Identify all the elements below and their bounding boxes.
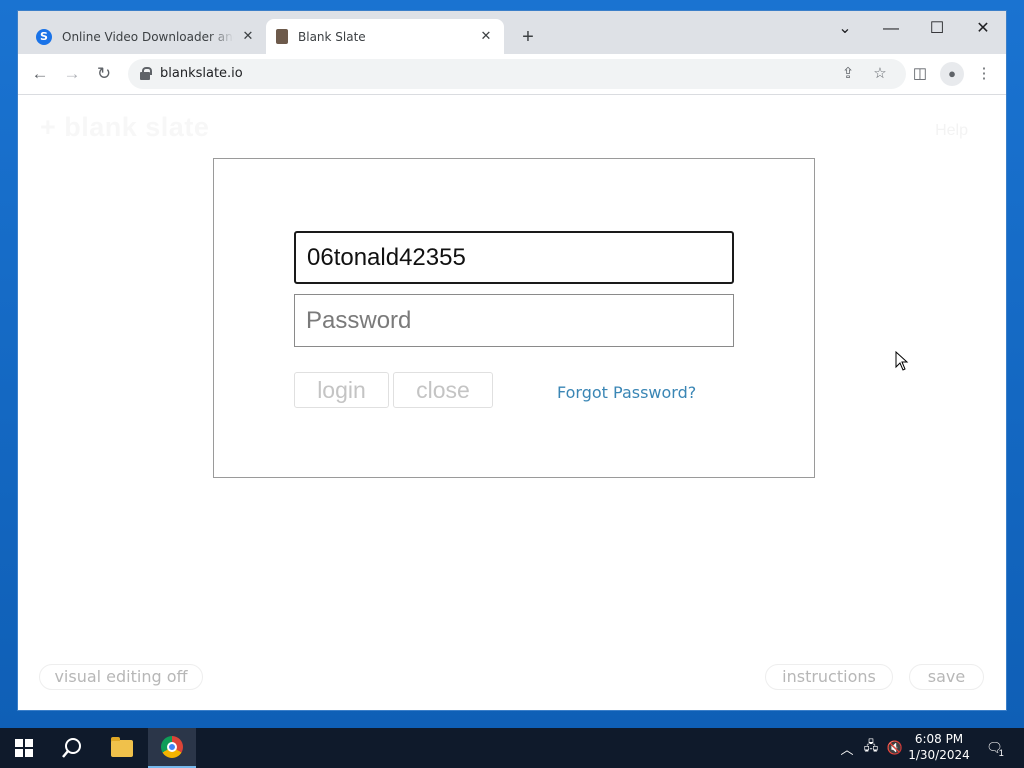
lock-icon[interactable] bbox=[140, 67, 152, 80]
tab-title: Online Video Downloader and C bbox=[62, 29, 234, 44]
browser-window: S Online Video Downloader and C ✕ Blank … bbox=[17, 10, 1007, 711]
search-icon[interactable] bbox=[48, 728, 96, 768]
file-explorer-icon[interactable] bbox=[98, 728, 146, 768]
login-modal: login close Forgot Password? bbox=[213, 158, 815, 478]
site-logo: + blank slate bbox=[40, 112, 210, 142]
taskbar: ︿ 🖧 🔇 6:08 PM 1/30/2024 🗨 1 bbox=[0, 728, 1024, 768]
book-favicon-icon bbox=[276, 29, 288, 44]
close-tab-icon[interactable]: ✕ bbox=[240, 29, 256, 45]
forgot-password-link[interactable]: Forgot Password? bbox=[557, 383, 696, 402]
password-input[interactable] bbox=[294, 294, 734, 347]
side-panel-icon[interactable]: ◫ bbox=[908, 62, 932, 86]
maximize-icon[interactable]: ☐ bbox=[914, 15, 960, 43]
back-arrow-icon[interactable]: ← bbox=[28, 62, 52, 86]
tab-search-chevron-icon[interactable]: ⌄ bbox=[822, 15, 868, 43]
notification-icon[interactable]: 🗨 1 bbox=[980, 728, 1010, 768]
username-input[interactable] bbox=[294, 231, 734, 284]
address-bar[interactable]: blankslate.io ⇪ ☆ bbox=[128, 59, 906, 89]
system-clock[interactable]: 6:08 PM 1/30/2024 bbox=[900, 731, 978, 763]
tab-video-downloader[interactable]: S Online Video Downloader and C ✕ bbox=[26, 19, 266, 54]
notification-count: 1 bbox=[998, 748, 1004, 758]
save-button[interactable]: save bbox=[909, 664, 984, 690]
tab-strip: S Online Video Downloader and C ✕ Blank … bbox=[18, 11, 1006, 54]
share-icon[interactable]: ⇪ bbox=[836, 62, 860, 86]
minimize-icon[interactable]: — bbox=[868, 15, 914, 43]
page-content: + blank slate Help login close Forgot Pa… bbox=[18, 96, 1006, 710]
login-button[interactable]: login bbox=[294, 372, 389, 408]
profile-avatar-icon[interactable]: ● bbox=[940, 62, 964, 86]
tab-blank-slate[interactable]: Blank Slate ✕ bbox=[266, 19, 504, 54]
browser-toolbar: ← → ↻ blankslate.io ⇪ ☆ ◫ ● ⋮ bbox=[18, 54, 1006, 95]
visual-editing-toggle[interactable]: visual editing off bbox=[39, 664, 203, 690]
url-text: blankslate.io bbox=[160, 66, 243, 81]
close-tab-icon[interactable]: ✕ bbox=[478, 29, 494, 45]
close-window-icon[interactable]: ✕ bbox=[960, 15, 1006, 43]
forward-arrow-icon[interactable]: → bbox=[60, 62, 84, 86]
new-tab-plus-icon[interactable]: + bbox=[516, 25, 540, 49]
instructions-button[interactable]: instructions bbox=[765, 664, 893, 690]
reload-icon[interactable]: ↻ bbox=[92, 62, 116, 86]
tab-title: Blank Slate bbox=[298, 29, 366, 44]
more-menu-icon[interactable]: ⋮ bbox=[972, 62, 996, 86]
close-button[interactable]: close bbox=[393, 372, 493, 408]
windows-start-icon[interactable] bbox=[0, 728, 48, 768]
help-link[interactable]: Help bbox=[935, 122, 968, 140]
chrome-taskbar-icon[interactable] bbox=[148, 728, 196, 768]
clock-time: 6:08 PM bbox=[914, 732, 964, 746]
clock-date: 1/30/2024 bbox=[908, 748, 970, 762]
bookmark-star-icon[interactable]: ☆ bbox=[868, 62, 892, 86]
site-favicon-icon: S bbox=[36, 28, 52, 45]
tray-chevron-up-icon[interactable]: ︿ bbox=[838, 728, 856, 768]
network-icon[interactable]: 🖧 bbox=[860, 728, 882, 768]
